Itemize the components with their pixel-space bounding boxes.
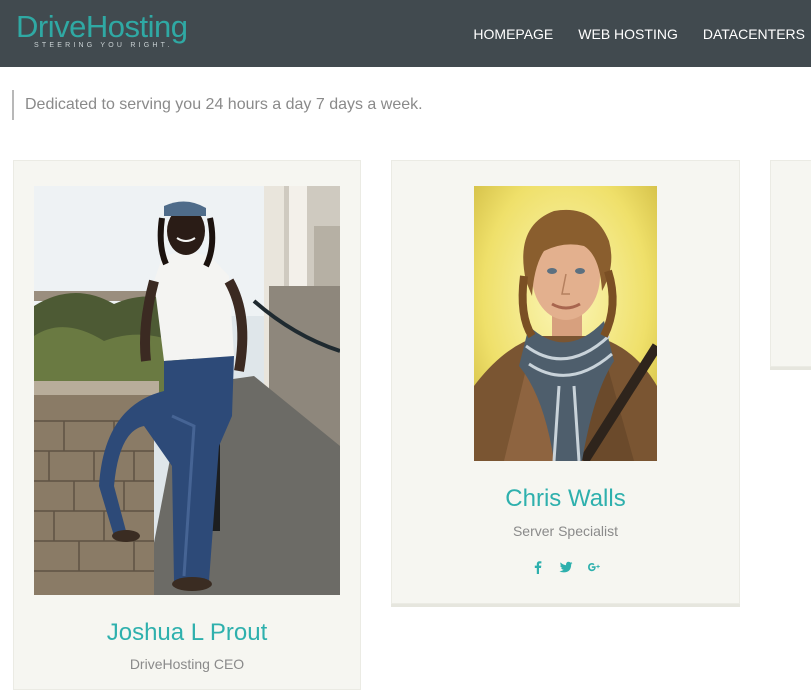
social-links <box>392 559 739 575</box>
team-card-joshua: Joshua L Prout DriveHosting CEO <box>13 160 361 690</box>
nav-homepage[interactable]: HOMEPAGE <box>473 26 553 42</box>
man-in-white-shirt-photo <box>34 186 340 595</box>
logo-tagline: STEERING YOU RIGHT. <box>34 42 173 49</box>
nav-web-hosting[interactable]: WEB HOSTING <box>578 26 678 42</box>
team-member-role: DriveHosting CEO <box>129 656 245 672</box>
team-member-name: Joshua L Prout <box>106 619 268 646</box>
team-member-name: Chris Walls <box>505 485 626 512</box>
nav-datacenters[interactable]: DATACENTERS <box>703 26 805 42</box>
team-photo-chris <box>474 186 657 461</box>
logo-wordmark: DriveHosting <box>16 9 188 44</box>
main-nav: HOMEPAGE WEB HOSTING DATACENTERS <box>473 0 811 67</box>
team-photo-joshua <box>34 186 340 595</box>
facebook-icon[interactable] <box>531 559 545 575</box>
team-card-chris: Chris Walls Server Specialist <box>391 160 740 604</box>
google-plus-icon[interactable] <box>587 559 601 575</box>
man-with-scarf-photo <box>474 186 657 461</box>
team-member-role: Server Specialist <box>512 523 619 539</box>
twitter-icon[interactable] <box>558 559 573 575</box>
team-card-partial <box>770 160 811 367</box>
drivehosting-logo[interactable]: DriveHosting STEERING YOU RIGHT. <box>16 10 206 54</box>
navbar: DriveHosting STEERING YOU RIGHT. HOMEPAG… <box>0 0 811 67</box>
section-tagline: Dedicated to serving you 24 hours a day … <box>12 90 423 120</box>
